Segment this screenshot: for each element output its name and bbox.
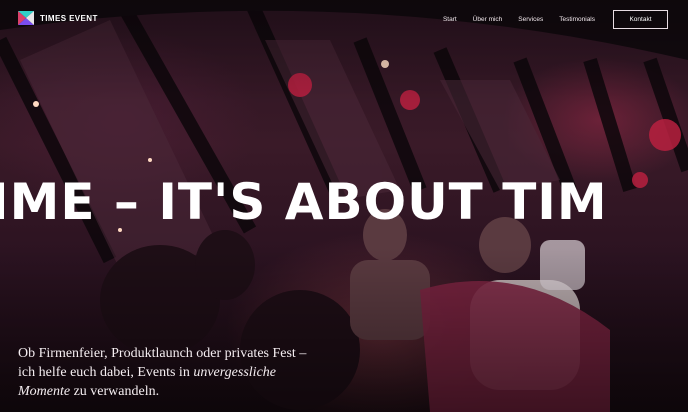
tagline-suffix: zu verwandeln.	[70, 384, 160, 399]
nav-item-services[interactable]: Services	[518, 16, 543, 23]
nav-item-testimonials[interactable]: Testimonials	[559, 16, 595, 23]
contact-button[interactable]: Kontakt	[613, 10, 668, 29]
main-navigation: Start Über mich Services Testimonials Ko…	[427, 10, 668, 29]
nav-item-start[interactable]: Start	[443, 16, 457, 23]
hourglass-x-logo-icon	[18, 11, 34, 25]
nav-item-ueber-mich[interactable]: Über mich	[473, 16, 503, 23]
hero-tagline: Ob Firmenfeier, Produktlaunch oder priva…	[18, 344, 318, 401]
hero-section: TIMES EVENT Start Über mich Services Tes…	[0, 0, 688, 412]
brand-logo[interactable]: TIMES EVENT	[18, 11, 98, 25]
brand-name: TIMES EVENT	[40, 13, 98, 23]
hero-headline: IME – IT'S ABOUT TIM	[0, 173, 608, 231]
